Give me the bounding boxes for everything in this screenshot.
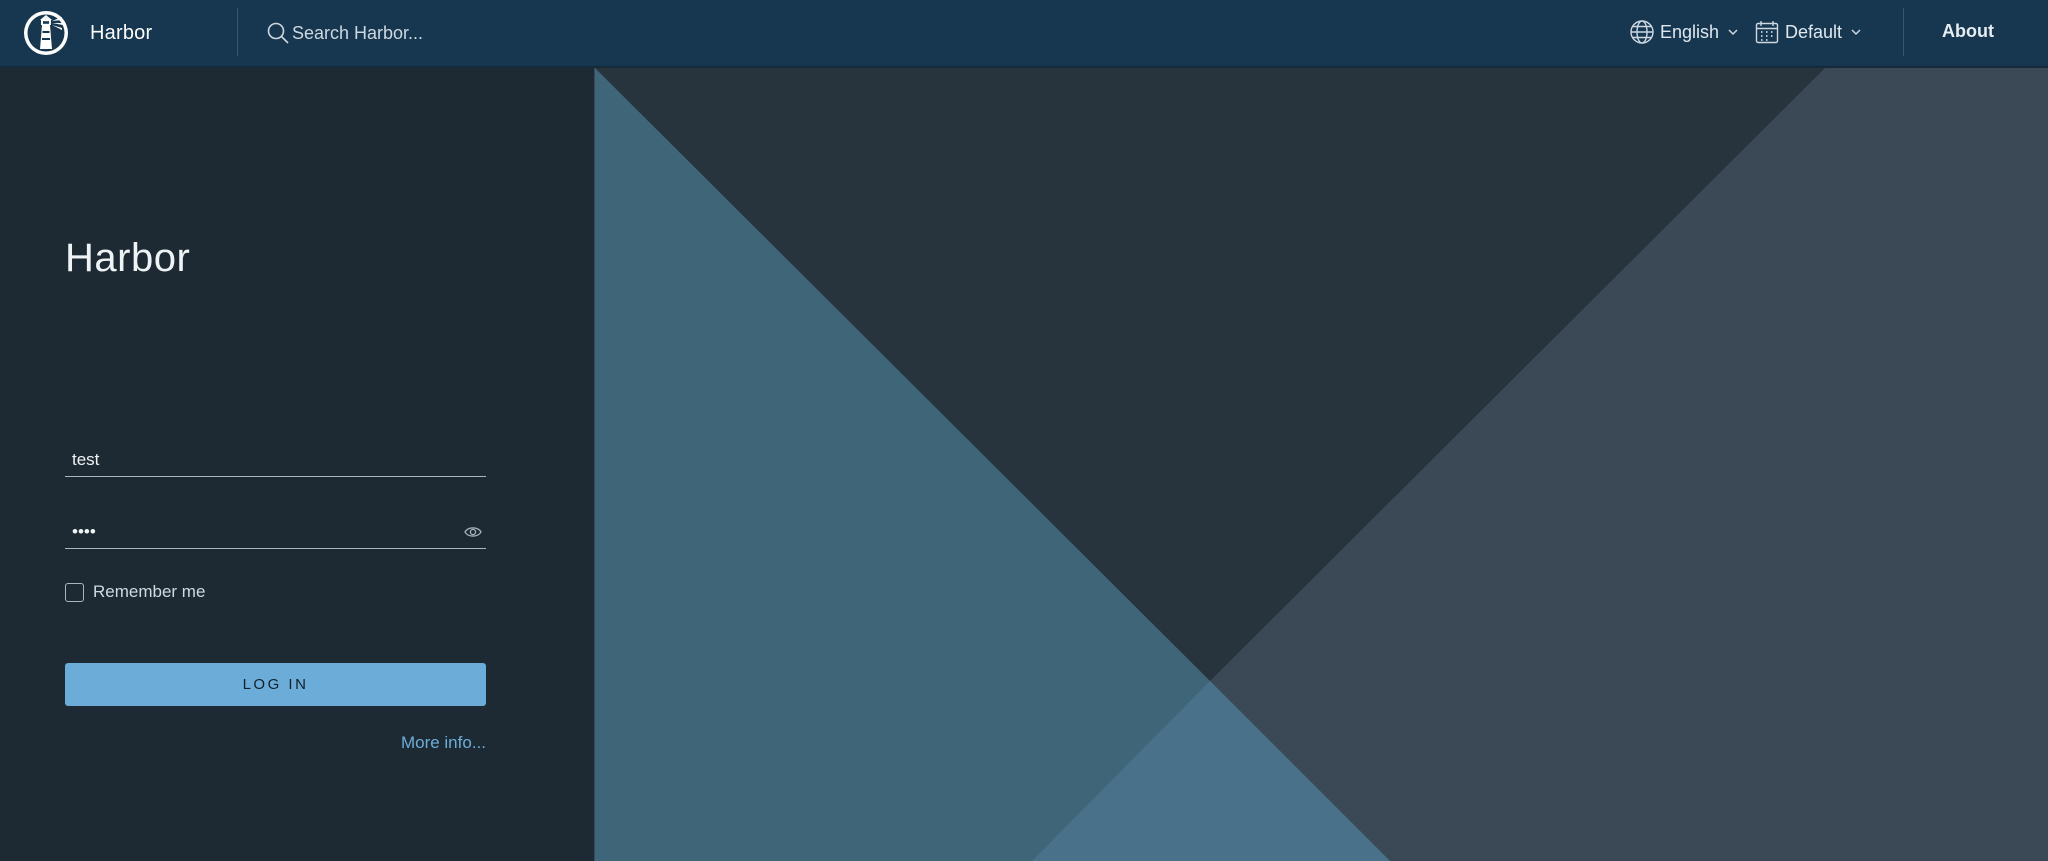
about-link[interactable]: About: [1942, 21, 1994, 42]
app-name: Harbor: [90, 21, 153, 44]
password-field-wrapper: [65, 515, 486, 549]
remember-me: Remember me: [65, 582, 205, 602]
theme-dropdown[interactable]: Default: [1754, 17, 1862, 47]
login-button[interactable]: LOG IN: [65, 663, 486, 706]
login-title: Harbor: [65, 236, 191, 280]
calendar-icon: [1755, 21, 1779, 44]
search-icon[interactable]: [266, 21, 290, 45]
header-divider: [237, 8, 238, 56]
background-artwork: [595, 68, 2048, 861]
chevron-down-icon: [1728, 29, 1738, 36]
remember-me-label[interactable]: Remember me: [93, 582, 205, 602]
username-field-wrapper: [65, 443, 486, 477]
theme-label: Default: [1785, 21, 1843, 42]
brand[interactable]: Harbor: [22, 8, 152, 58]
global-search: [266, 16, 592, 50]
language-label: English: [1660, 21, 1720, 42]
globe-icon: [1630, 20, 1654, 44]
header-divider: [1903, 8, 1904, 56]
search-input[interactable]: [292, 18, 592, 48]
password-field[interactable]: [65, 515, 486, 548]
top-nav-bar: Harbor English Default: [0, 0, 2048, 67]
chevron-down-icon: [1851, 29, 1861, 36]
remember-me-checkbox[interactable]: [65, 582, 84, 602]
username-field[interactable]: [65, 443, 486, 476]
more-info-link[interactable]: More info...: [396, 733, 486, 753]
harbor-logo-icon: [24, 11, 68, 55]
eye-icon[interactable]: [464, 525, 482, 539]
language-dropdown[interactable]: English: [1629, 17, 1739, 47]
